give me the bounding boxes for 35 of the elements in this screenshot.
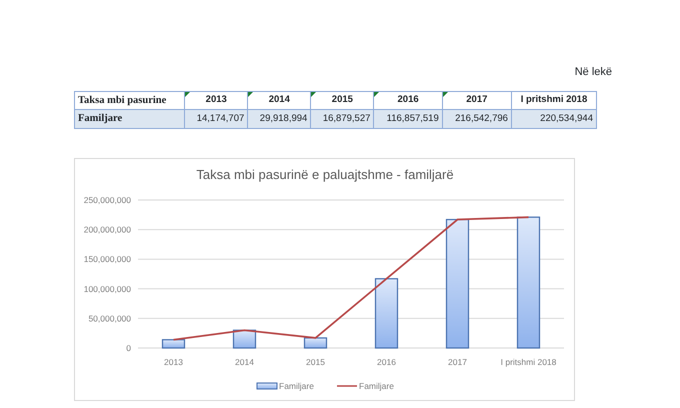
table-cell: 29,918,994	[248, 110, 311, 128]
legend-label: Familjare	[279, 381, 314, 391]
table-cell: Taksa mbi pasurine	[74, 91, 185, 110]
column-header: 2015	[310, 91, 374, 110]
x-tick-label: 2017	[448, 357, 467, 367]
y-tick-label: 100,000,000	[84, 284, 131, 294]
column-header: 2017	[442, 91, 512, 110]
x-tick-label: 2014	[235, 357, 254, 367]
table-cell: 216,542,796	[442, 110, 512, 128]
x-tick-label: I pritshmi 2018	[500, 357, 556, 367]
chart-title: Taksa mbi pasurinë e paluajtshme - familjarë	[196, 167, 454, 182]
table-cell: 14,174,707	[184, 110, 248, 128]
bar	[162, 339, 186, 349]
y-tick-label: 150,000,000	[84, 254, 131, 264]
y-tick-label: 50,000,000	[88, 313, 131, 324]
legend-swatch	[256, 382, 278, 390]
column-header: 2014	[248, 91, 311, 110]
table-cell: 220,534,944	[511, 110, 596, 128]
x-tick-label: 2013	[164, 357, 183, 367]
x-tick-label: 2016	[377, 357, 396, 367]
bar	[232, 330, 256, 349]
legend-label: Familjare	[359, 381, 394, 391]
bar	[374, 278, 398, 349]
row-label: Familjare	[74, 110, 185, 128]
bar	[304, 337, 328, 349]
column-header: 2013	[184, 91, 248, 110]
y-tick-label: 0	[126, 343, 131, 353]
column-header: 2016	[374, 91, 442, 110]
column-header: I pritshmi 2018	[511, 91, 596, 110]
x-tick-label: 2015	[306, 357, 325, 367]
table-cell: 16,879,527	[310, 110, 374, 128]
unit-note: Në lekë	[574, 66, 612, 78]
table-cell: 116,857,519	[374, 110, 442, 128]
y-tick-label: 200,000,000	[84, 224, 131, 235]
y-tick-label: 250,000,000	[84, 195, 131, 205]
